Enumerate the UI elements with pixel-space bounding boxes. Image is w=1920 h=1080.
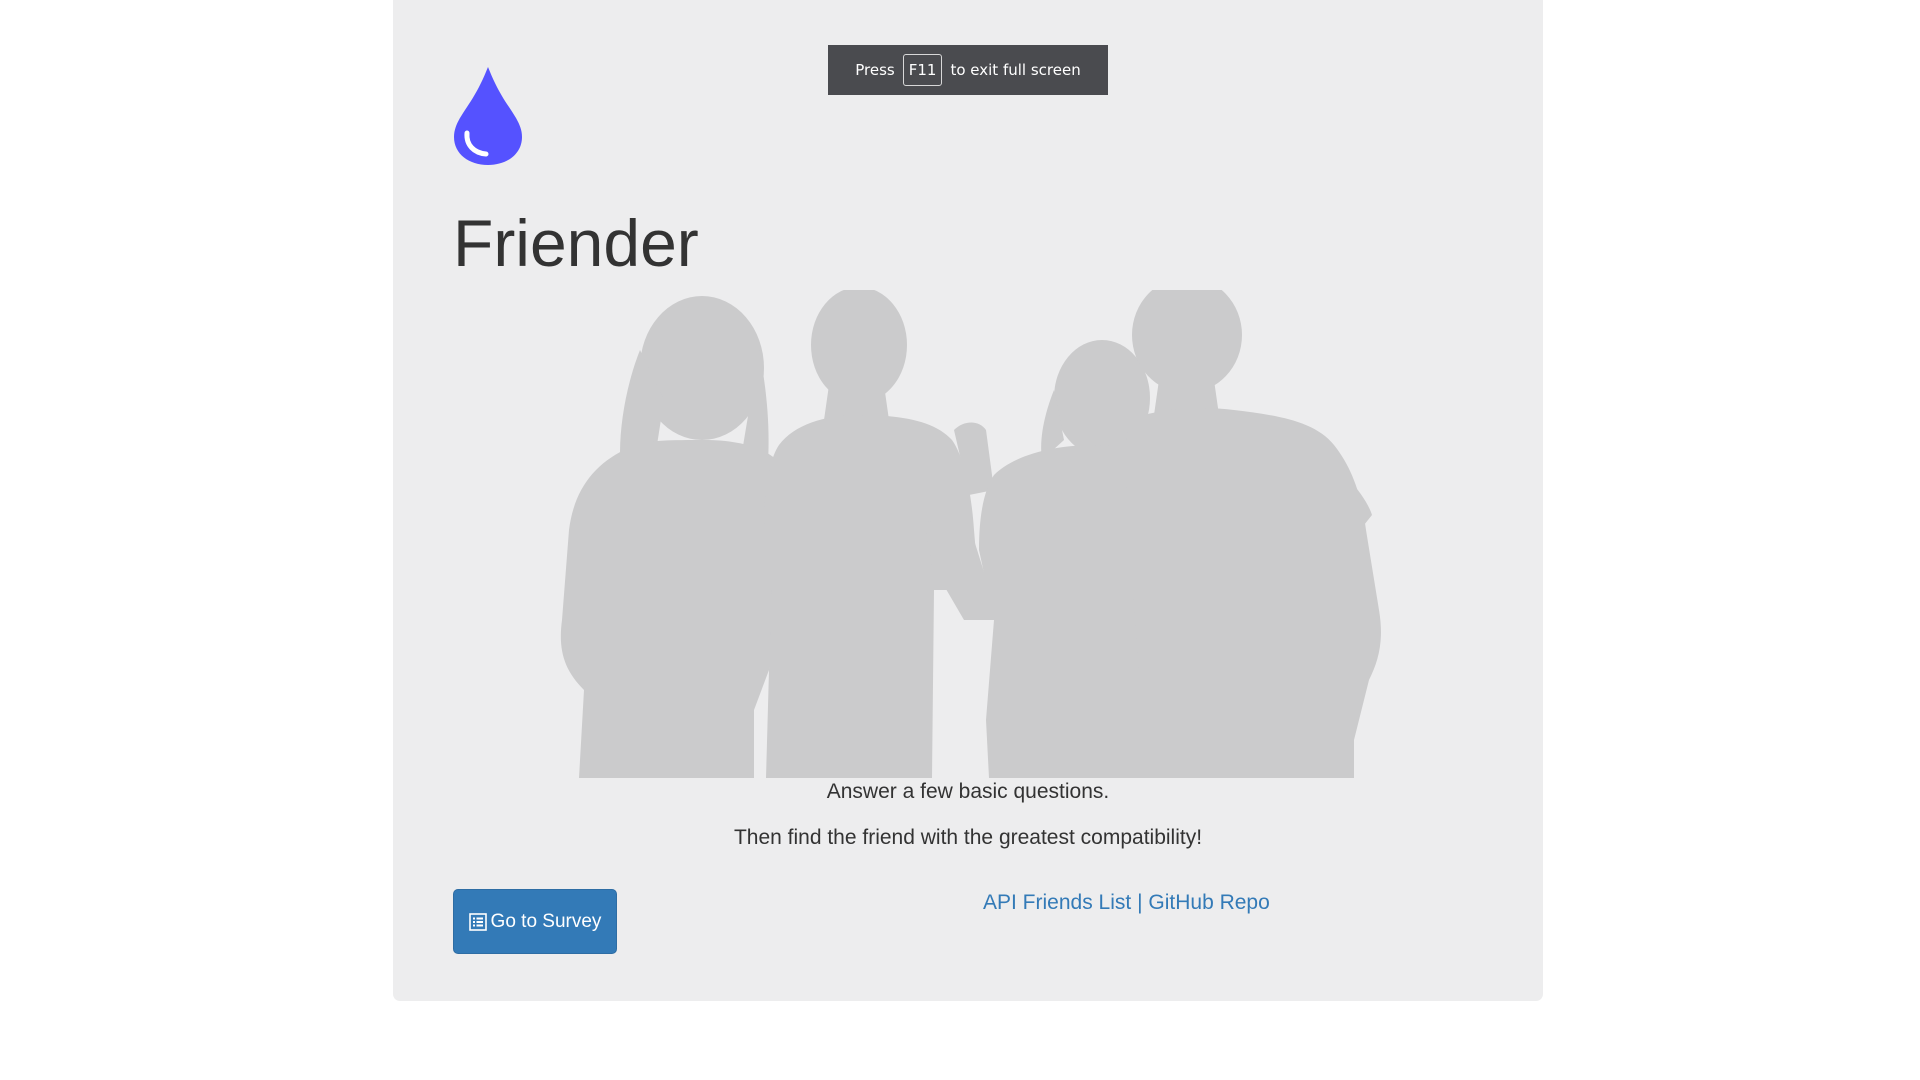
footer-links: API Friends List | GitHub Repo [983,891,1270,915]
tagline-secondary: Then find the friend with the greatest c… [733,826,1203,849]
list-alt-icon [468,912,487,931]
github-repo-link[interactable]: GitHub Repo [1148,891,1269,914]
page-title: Friender [453,206,699,280]
tagline-primary: Answer a few basic questions. [826,780,1110,803]
water-drop-icon [454,67,522,165]
fullscreen-notice-prefix: Press [855,61,895,79]
go-to-survey-label: Go to Survey [490,910,602,932]
api-friends-list-link[interactable]: API Friends List [983,891,1131,914]
go-to-survey-button[interactable]: Go to Survey [453,889,617,954]
f11-key: F11 [902,54,943,86]
fullscreen-notice: Press F11 to exit full screen [828,45,1108,95]
fullscreen-notice-suffix: to exit full screen [950,61,1081,79]
link-separator: | [1137,891,1143,914]
friends-silhouette-image [560,290,1381,778]
